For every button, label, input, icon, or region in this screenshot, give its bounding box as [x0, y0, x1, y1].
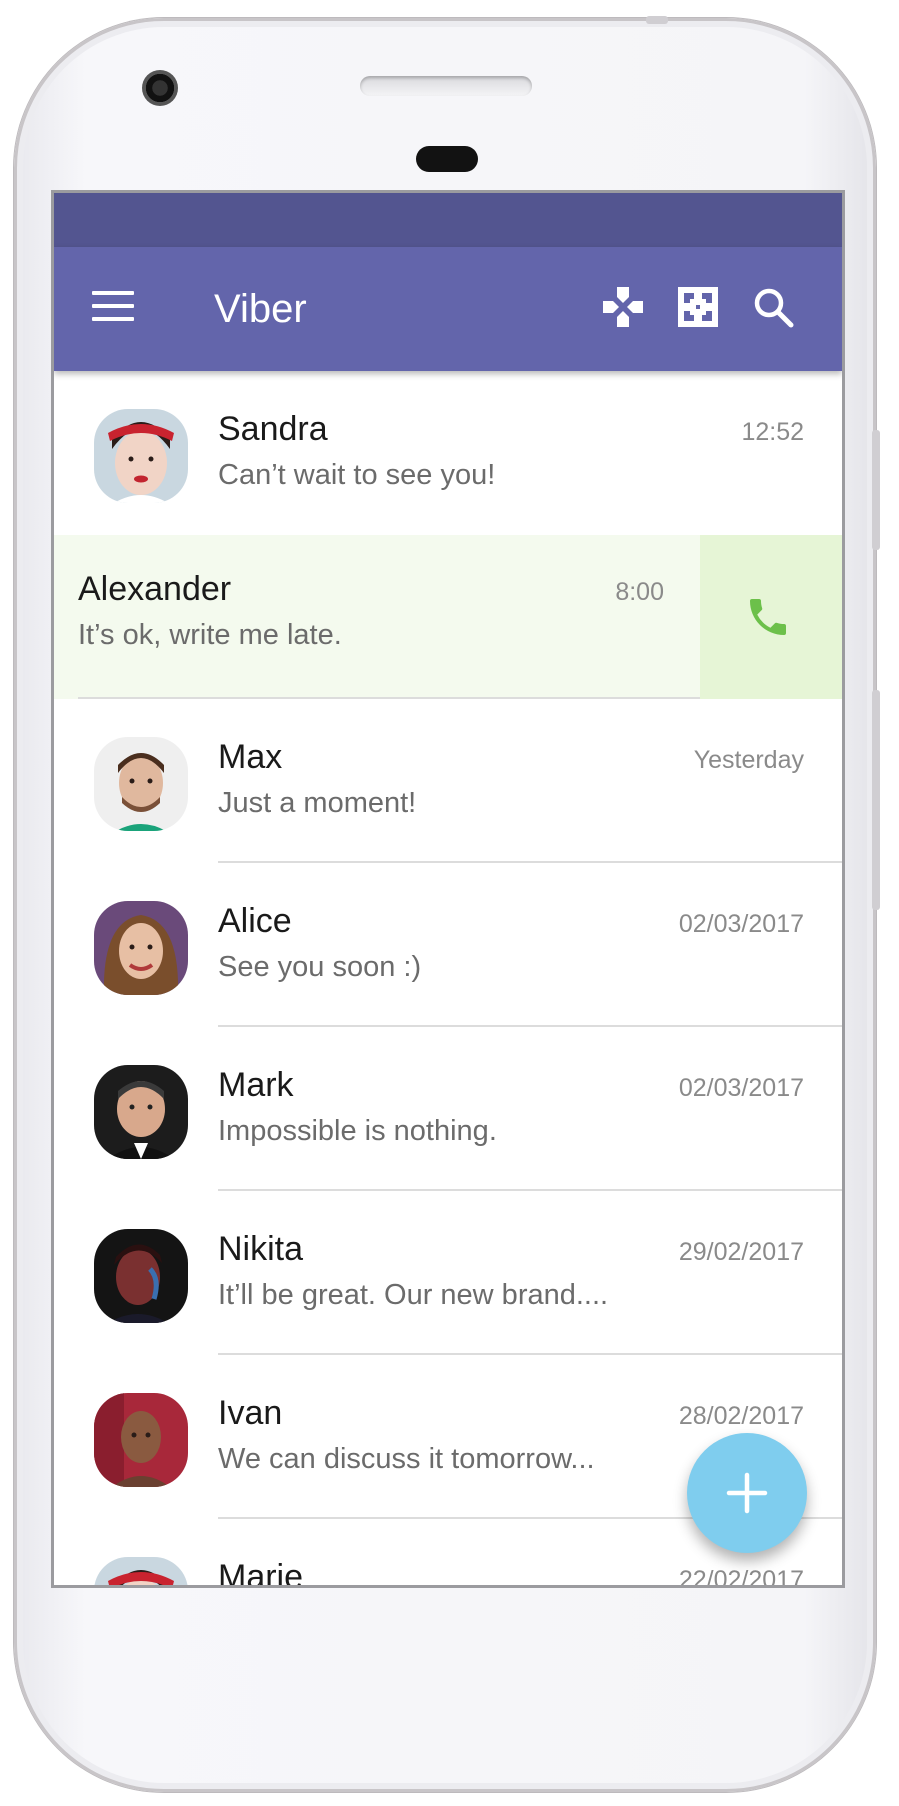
chat-row-max[interactable]: Max Just a moment! Yesterday: [54, 699, 842, 863]
avatar: [94, 409, 188, 503]
call-swipe-action[interactable]: [700, 535, 842, 699]
status-bar: [54, 193, 842, 247]
screen: Viber Sandra Can’t wait to see you! 12:5…: [51, 190, 845, 1588]
qr-scanner-icon[interactable]: [674, 283, 722, 331]
chat-row-sandra[interactable]: Sandra Can’t wait to see you! 12:52: [54, 371, 842, 535]
plus-icon: [726, 1472, 768, 1514]
chat-row-alexander[interactable]: Alexander It’s ok, write me late. 8:00: [54, 535, 700, 699]
chat-time: 22/02/2017: [678, 1566, 804, 1588]
proximity-sensor: [416, 146, 478, 172]
chat-message: It’ll be great. Our new brand....: [218, 1279, 609, 1311]
chat-message: See you soon :): [218, 951, 422, 983]
chat-name: Alice: [218, 902, 292, 940]
chat-time: 8:00: [615, 578, 664, 606]
chat-message: It’s ok, write me late.: [78, 619, 342, 651]
chat-name: Sandra: [218, 410, 328, 448]
app-bar: Viber: [54, 247, 842, 371]
avatar: [94, 901, 188, 995]
chat-time: 28/02/2017: [678, 1402, 804, 1430]
search-icon[interactable]: [749, 283, 797, 331]
chat-time: Yesterday: [693, 746, 804, 774]
app-title: Viber: [214, 287, 307, 331]
chat-time: 02/03/2017: [678, 910, 804, 938]
chat-name: Alexander: [78, 570, 232, 608]
chat-message: Impossible is nothing.: [218, 1115, 497, 1147]
chat-time: 02/03/2017: [678, 1074, 804, 1102]
chat-message: Just a moment!: [218, 787, 417, 819]
chat-name: Max: [218, 738, 283, 776]
chat-time: 29/02/2017: [678, 1238, 804, 1266]
top-button: [646, 16, 668, 24]
chat-name: Mark: [218, 1066, 294, 1104]
volume-button: [872, 690, 880, 910]
chat-row-alice[interactable]: Alice See you soon :) 02/03/2017: [54, 863, 842, 1027]
chat-message: Can’t wait to see you!: [218, 459, 496, 491]
front-camera: [142, 70, 178, 106]
game-controller-icon[interactable]: [599, 283, 647, 331]
chat-row-nikita[interactable]: Nikita It’ll be great. Our new brand....…: [54, 1191, 842, 1355]
chat-name: Marie: [218, 1558, 304, 1588]
menu-icon[interactable]: [92, 291, 134, 323]
avatar: [94, 1065, 188, 1159]
avatar: [94, 1229, 188, 1323]
chat-message: We can discuss it tomorrow...: [218, 1443, 595, 1475]
phone-icon: [750, 599, 786, 635]
chat-row-alexander-swiped: Alexander It’s ok, write me late. 8:00: [54, 535, 842, 699]
chat-name: Nikita: [218, 1230, 304, 1268]
earpiece-speaker: [360, 76, 532, 96]
power-button: [872, 430, 880, 550]
new-chat-fab[interactable]: [687, 1433, 807, 1553]
avatar: [94, 737, 188, 831]
avatar: [94, 1557, 188, 1585]
chat-time: 12:52: [741, 418, 804, 446]
chat-row-mark[interactable]: Mark Impossible is nothing. 02/03/2017: [54, 1027, 842, 1191]
avatar: [94, 1393, 188, 1487]
chat-name: Ivan: [218, 1394, 283, 1432]
